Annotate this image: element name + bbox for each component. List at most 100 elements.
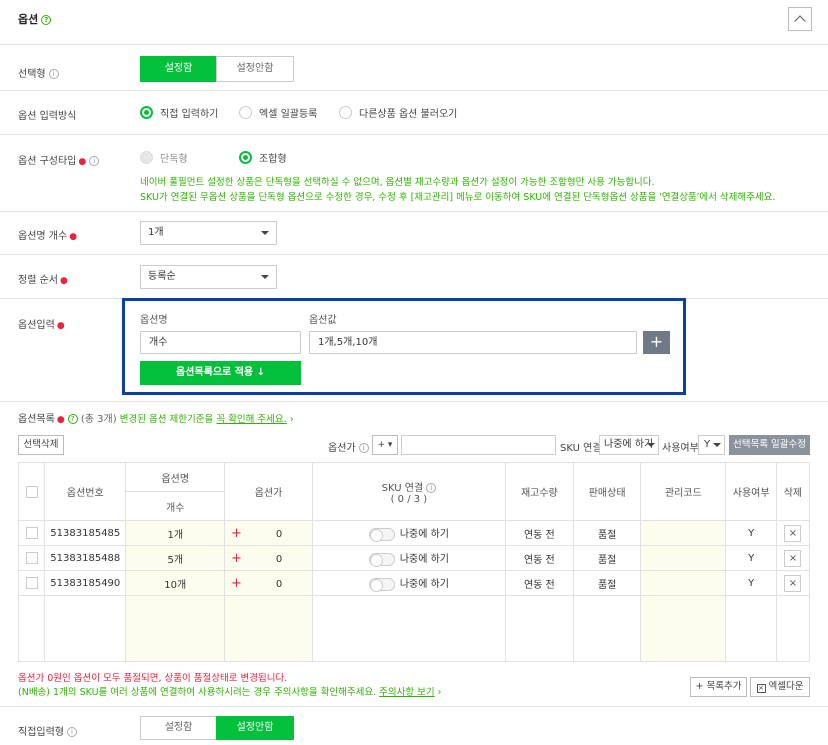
plus-icon: +	[231, 525, 242, 541]
sku-select[interactable]: 나중에 하기	[599, 435, 659, 455]
sort-order-label: 정렬 순서 ●	[18, 275, 68, 286]
col-usage: 사용여부	[725, 462, 777, 521]
required-dot: ●	[56, 415, 65, 425]
limit-check-link[interactable]: 꼭 확인해 주세요.	[216, 414, 286, 425]
row-stock: 연동 전	[504, 545, 574, 571]
usage-select[interactable]: Y	[698, 435, 725, 455]
price-label: 옵션가 i	[328, 439, 369, 454]
delete-row-icon[interactable]: ×	[784, 574, 802, 592]
apply-to-list-button[interactable]: 옵션목록으로 적용 ↓	[140, 361, 301, 385]
add-option-row-button[interactable]: +	[643, 331, 670, 354]
option-table: 옵션번호 옵션명 옵션가 SKU 연결 i( 0 / 3 ) 재고수량 판매상태 …	[17, 462, 811, 662]
col-price: 옵션가	[223, 462, 314, 521]
price-sign-select[interactable]: + ▾	[372, 435, 398, 455]
add-list-button[interactable]: + 목록추가	[690, 677, 747, 697]
row-mgmt-code[interactable]	[640, 520, 727, 546]
collapse-button[interactable]	[788, 7, 812, 31]
row-checkbox[interactable]	[25, 552, 38, 564]
row-sku[interactable]: 나중에 하기	[312, 570, 506, 596]
required-dot: ●	[69, 232, 78, 242]
delete-row-icon[interactable]: ×	[784, 549, 802, 567]
info-icon[interactable]: i	[48, 69, 59, 79]
delete-row-icon[interactable]: ×	[784, 524, 802, 542]
radio-combination-type[interactable]: 조합형	[239, 150, 287, 165]
info-icon[interactable]: i	[67, 727, 77, 737]
soldout-warning: 옵션가 0원인 옵션이 모두 품절되면, 상품이 품절상태로 변경됩니다.	[18, 673, 288, 684]
plus-icon: +	[231, 550, 242, 566]
col-option-name: 옵션명	[125, 462, 225, 492]
row-price[interactable]: +0	[223, 520, 314, 546]
row-checkbox[interactable]	[25, 577, 38, 589]
caret-down-icon	[261, 231, 269, 235]
row-mgmt-code[interactable]	[640, 570, 727, 596]
select-type-on-button[interactable]: 설정함	[140, 56, 217, 82]
input-method-label: 옵션 입력방식	[18, 111, 77, 122]
radio-icon	[140, 106, 153, 119]
delete-selected-button[interactable]: 선택삭제	[18, 435, 64, 455]
row-usage: Y	[725, 520, 777, 546]
toggle-switch[interactable]	[368, 577, 395, 592]
row-status: 품절	[572, 570, 642, 596]
col-delete: 삭제	[775, 462, 811, 521]
table-row: 51383185485 1개 +0 나중에 하기 연동 전 품절 Y ×	[17, 520, 811, 546]
col-sku: SKU 연결 i( 0 / 3 )	[312, 462, 506, 521]
info-icon[interactable]: i	[358, 443, 369, 453]
plus-icon: +	[231, 575, 242, 591]
radio-load-other[interactable]: 다른상품 옵션 불러오기	[339, 105, 457, 120]
direct-input-on-button[interactable]: 설정함	[140, 716, 217, 740]
required-dot: ●	[56, 321, 65, 331]
row-price[interactable]: +0	[223, 545, 314, 571]
compose-notice-1: 네이버 풀필먼트 설정한 상품은 단독형을 선택하실 수 없으며, 옵션별 재고…	[140, 177, 655, 188]
row-name[interactable]: 1개	[125, 520, 225, 546]
excel-icon: ×	[756, 684, 766, 693]
option-list-heading: 옵션목록 ●? (총 3개) 변경된 옵션 제한기준을 꼭 확인해 주세요. ›	[18, 414, 294, 425]
col-stock: 재고수량	[504, 462, 574, 521]
option-name-input[interactable]: 개수	[140, 331, 301, 354]
excel-download-button[interactable]: × 엑셀다운	[750, 677, 810, 697]
option-value-input[interactable]: 1개,5개,10개	[309, 331, 637, 354]
row-sku[interactable]: 나중에 하기	[312, 545, 506, 571]
row-name[interactable]: 10개	[125, 570, 225, 596]
row-name[interactable]: 5개	[125, 545, 225, 571]
radio-icon	[339, 106, 352, 119]
option-count-label: 옵션명 개수 ●	[18, 231, 78, 242]
section-title: 옵션?	[18, 11, 52, 27]
row-checkbox[interactable]	[25, 527, 38, 539]
radio-single-type: 단독형	[140, 150, 188, 165]
option-count-select[interactable]: 1개	[140, 221, 277, 245]
bulk-edit-button[interactable]: 선택목록 일괄수정	[729, 435, 810, 455]
option-name-header: 옵션명	[140, 315, 168, 326]
select-type-off-button[interactable]: 설정안함	[216, 56, 294, 82]
direct-input-off-button[interactable]: 설정안함	[216, 716, 294, 740]
option-input-label: 옵션입력 ●	[18, 320, 65, 331]
compose-notice-2: SKU가 연결된 무옵션 상품을 단독형 옵션으로 수정한 경우, 수정 후 […	[140, 192, 776, 203]
sort-order-select[interactable]: 등록순	[140, 265, 277, 289]
info-icon[interactable]: i	[89, 156, 100, 166]
info-icon[interactable]: i	[426, 482, 437, 493]
radio-icon	[239, 151, 252, 164]
row-usage: Y	[725, 570, 777, 596]
help-icon[interactable]: ?	[67, 414, 78, 424]
toggle-switch[interactable]	[368, 552, 395, 567]
row-sku[interactable]: 나중에 하기	[312, 520, 506, 546]
caret-down-icon	[713, 443, 721, 447]
plus-icon: +	[649, 332, 664, 351]
option-value-header: 옵션값	[309, 315, 337, 326]
toggle-switch[interactable]	[368, 527, 395, 542]
row-usage: Y	[725, 545, 777, 571]
caution-link[interactable]: 주의사항 보기	[379, 687, 434, 698]
row-code: 51383185485	[44, 520, 127, 546]
radio-direct-input[interactable]: 직접 입력하기	[140, 105, 218, 120]
caret-down-icon	[261, 275, 269, 279]
radio-excel-upload[interactable]: 엑셀 일괄등록	[239, 105, 317, 120]
direct-input-label: 직접입력형 i	[18, 723, 77, 738]
select-all-checkbox[interactable]	[25, 485, 38, 498]
usage-label: 사용여부	[662, 443, 699, 454]
help-icon[interactable]: ?	[41, 15, 52, 25]
col-status: 판매상태	[572, 462, 642, 521]
nbaesong-info: (N배송) 1개의 SKU를 여러 상품에 연결하여 사용하시려는 경우 주의사…	[18, 687, 442, 698]
row-price[interactable]: +0	[223, 570, 314, 596]
price-input[interactable]	[401, 435, 556, 455]
row-mgmt-code[interactable]	[640, 545, 727, 571]
chevron-up-icon	[794, 15, 806, 27]
